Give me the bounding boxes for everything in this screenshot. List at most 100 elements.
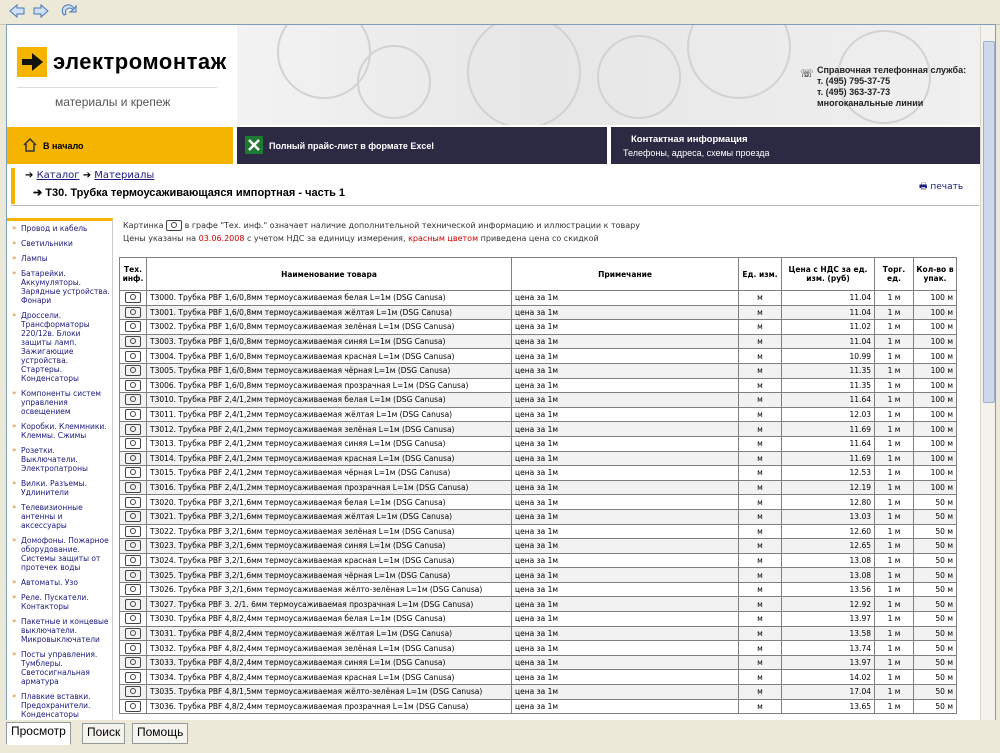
trade-unit-cell: 1 м (874, 348, 914, 364)
camera-icon[interactable] (125, 379, 141, 391)
tech-info-cell (119, 465, 147, 481)
unit-cell: м (738, 640, 782, 656)
camera-icon[interactable] (125, 569, 141, 581)
camera-icon[interactable] (125, 671, 141, 683)
pack-qty-cell: 50 м (913, 596, 957, 613)
col-unit: Ед. изм. (738, 257, 782, 291)
camera-icon[interactable] (125, 657, 141, 669)
trade-unit-cell: 1 м (874, 552, 914, 569)
vertical-scrollbar[interactable] (980, 25, 995, 720)
camera-icon[interactable] (125, 394, 141, 406)
camera-icon[interactable] (125, 306, 141, 318)
sidebar-item[interactable]: Компоненты систем управления освещением (7, 386, 112, 419)
sidebar-item[interactable]: Светильники (7, 236, 112, 251)
camera-icon[interactable] (125, 700, 141, 712)
unit-cell: м (738, 581, 782, 598)
camera-icon[interactable] (125, 482, 141, 494)
tech-info-cell (119, 406, 147, 423)
tech-info-cell (119, 654, 147, 671)
sidebar-item[interactable]: Домофоны. Пожарное оборудование. Системы… (7, 533, 112, 575)
camera-icon[interactable] (125, 438, 141, 450)
table-row: Т3000. Трубка PBF 1,6/0,8мм термоусажива… (119, 290, 957, 306)
breadcrumb-catalog[interactable]: Каталог (37, 170, 80, 181)
nav-contact-button[interactable]: Контактная информация Телефоны, адреса, … (611, 127, 981, 164)
sidebar-item[interactable]: Телевизионные антенны и аксессуары (7, 500, 112, 533)
price-cell: 11.35 (781, 377, 875, 394)
sidebar-item[interactable]: Лампы (7, 251, 112, 266)
camera-icon[interactable] (125, 642, 141, 654)
camera-icon[interactable] (125, 627, 141, 639)
sidebar-item[interactable]: Коробки. Клеммники. Клеммы. Сжимы (7, 419, 112, 443)
print-button[interactable]: 🖶 печать (919, 179, 963, 195)
table-row: Т3014. Трубка PBF 2,4/1,2мм термоусажива… (119, 450, 957, 467)
nav-contact-title: Контактная информация (631, 134, 748, 145)
camera-icon[interactable] (125, 584, 141, 596)
refresh-icon[interactable] (60, 3, 78, 19)
camera-icon[interactable] (125, 423, 141, 435)
camera-icon[interactable] (125, 365, 141, 377)
note-cell: цена за 1м (511, 377, 739, 394)
tab-view[interactable]: Просмотр (6, 722, 71, 745)
forward-icon[interactable] (32, 3, 50, 19)
sidebar-item[interactable]: Провод и кабель (7, 221, 112, 236)
table-row: Т3004. Трубка PBF 1,6/0,8мм термоусажива… (119, 348, 957, 364)
col-tech-info: Тех. инф. (119, 257, 147, 291)
sidebar-item[interactable]: Батарейки. Аккумуляторы. Зарядные устрой… (7, 266, 112, 308)
note-cell: цена за 1м (511, 348, 739, 364)
camera-icon[interactable] (125, 525, 141, 537)
camera-icon[interactable] (125, 598, 141, 610)
camera-icon[interactable] (125, 409, 141, 421)
product-name-cell: Т3003. Трубка PBF 1,6/0,8мм термоусажива… (146, 333, 512, 350)
camera-icon[interactable] (125, 336, 141, 348)
camera-icon[interactable] (125, 554, 141, 566)
back-icon[interactable] (8, 3, 26, 19)
camera-icon[interactable] (125, 496, 141, 508)
camera-icon[interactable] (125, 613, 141, 625)
phone-icon: ☏ (800, 67, 814, 80)
sidebar-item[interactable]: Вилки. Разъемы. Удлинители (7, 476, 112, 500)
sidebar-item[interactable]: Автоматы. Узо (7, 575, 112, 590)
nav-excel-button[interactable]: Полный прайс-лист в формате Excel (237, 127, 607, 164)
camera-icon[interactable] (125, 452, 141, 464)
site-logo[interactable]: электромонтаж (17, 47, 227, 77)
camera-icon[interactable] (125, 540, 141, 552)
tech-info-cell (119, 348, 147, 364)
sidebar-item[interactable]: Посты управления. Тумблеры. Светосигналь… (7, 647, 112, 689)
tab-search[interactable]: Поиск (82, 723, 126, 744)
table-row: Т3006. Трубка PBF 1,6/0,8мм термоусажива… (119, 377, 957, 394)
breadcrumb-materials[interactable]: Материалы (94, 170, 154, 181)
tab-help[interactable]: Помощь (132, 723, 189, 744)
nav-home-button[interactable]: В начало (7, 127, 233, 164)
price-cell: 13.74 (781, 640, 875, 656)
pack-qty-cell: 50 м (913, 552, 957, 569)
camera-icon[interactable] (125, 467, 141, 479)
pack-qty-cell: 50 м (913, 654, 957, 671)
trade-unit-cell: 1 м (874, 465, 914, 481)
sidebar-item[interactable]: Розетки. Выключатели. Электропатроны (7, 443, 112, 476)
tech-info-cell (119, 538, 147, 554)
col-pack-qty: Кол-во в упак. (913, 257, 957, 291)
tech-info-cell (119, 479, 147, 496)
price-cell: 11.35 (781, 362, 875, 379)
scrollbar-thumb[interactable] (983, 41, 995, 403)
sidebar-item[interactable]: Реле. Пускатели. Контакторы (7, 590, 112, 614)
product-name-cell: Т3013. Трубка PBF 2,4/1,2мм термоусажива… (146, 435, 512, 452)
camera-icon[interactable] (125, 686, 141, 698)
camera-icon[interactable] (125, 511, 141, 523)
sidebar-item[interactable]: Плавкие вставки. Предохранители. Конденс… (7, 689, 112, 720)
camera-icon[interactable] (125, 321, 141, 333)
camera-icon[interactable] (125, 292, 141, 304)
pack-qty-cell: 50 м (913, 567, 957, 583)
price-table: Тех. инф. Наименование товара Примечание… (119, 257, 957, 715)
price-cell: 12.65 (781, 538, 875, 554)
sidebar-item[interactable]: Пакетные и концевые выключатели. Микровы… (7, 614, 112, 647)
pack-qty-cell: 50 м (913, 611, 957, 627)
sidebar-item[interactable]: Дроссели. Трансформаторы 220/12в. Блоки … (7, 308, 112, 386)
unit-cell: м (738, 479, 782, 496)
product-name-cell: Т3000. Трубка PBF 1,6/0,8мм термоусажива… (146, 290, 512, 306)
table-row: Т3036. Трубка PBF 4,8/2,4мм термоусажива… (119, 698, 957, 715)
unit-cell: м (738, 450, 782, 467)
site-header: электромонтаж материалы и крепеж ☏ Справ… (7, 25, 981, 125)
camera-icon[interactable] (125, 350, 141, 362)
tech-info-cell (119, 508, 147, 525)
